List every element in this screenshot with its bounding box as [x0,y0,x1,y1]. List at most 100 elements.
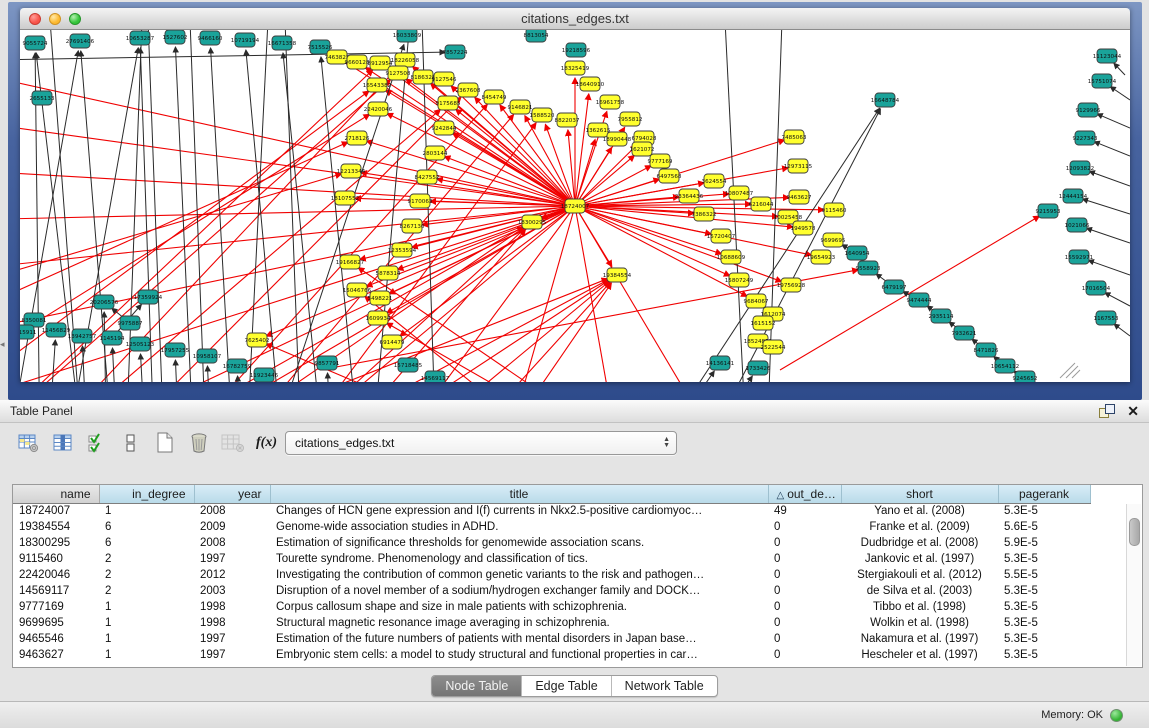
graph-node[interactable]: 9055724 [23,36,48,50]
graph-node[interactable]: 3624554 [702,174,727,188]
graph-node[interactable]: 9699695 [821,233,846,247]
graph-node[interactable]: 9660128 [345,55,370,69]
graph-node[interactable]: 15720407 [707,229,736,243]
table-row[interactable]: 1872400712008Changes of HCN gene express… [13,503,1090,519]
graph-node[interactable]: 20206576 [90,295,119,309]
graph-node[interactable]: 9215953 [1036,204,1061,218]
graph-node[interactable]: 9777169 [648,154,673,168]
graph-node[interactable]: 7485063 [782,130,807,144]
graph-node[interactable]: 9245652 [1013,371,1038,382]
graph-node[interactable]: 17016504 [1082,281,1111,295]
graph-node[interactable]: 11123044 [1093,49,1122,63]
graph-node[interactable]: 9857791 [315,356,340,370]
graph-node[interactable]: 12973115 [784,159,813,173]
table-row[interactable]: 1830029562008Estimation of significance … [13,535,1090,551]
graph-node[interactable]: 17957255 [161,343,190,357]
graph-node[interactable]: 8822037 [555,113,580,127]
graph-node[interactable]: 2718126 [345,131,370,145]
graph-node[interactable]: 11456829 [42,323,71,337]
graph-node[interactable]: 9115460 [822,203,847,217]
graph-node[interactable]: 10958107 [193,349,222,363]
network-window-titlebar[interactable]: citations_edges.txt [20,8,1130,30]
graph-node[interactable]: 10688609 [717,250,746,264]
graph-node[interactable]: 8427552 [415,170,440,184]
resize-grip[interactable] [1060,363,1080,378]
table-row[interactable]: 977716911998Corpus callosum shape and si… [13,599,1090,615]
zoom-button[interactable] [69,13,81,25]
sidebar-collapse-arrow-icon[interactable]: ◂ [0,340,5,349]
graph-node[interactable]: 9127508 [386,66,411,80]
tab-network-table[interactable]: Network Table [612,676,717,696]
graph-node[interactable]: 10653287 [126,31,155,45]
graph-node[interactable]: 14569117 [421,371,450,382]
table-settings-icon[interactable] [14,428,44,458]
graph-node[interactable]: 10719194 [231,33,260,47]
graph-node[interactable]: 6216044 [749,197,774,211]
graph-node[interactable]: 6479197 [882,280,907,294]
graph-node[interactable]: 1640954 [845,246,870,260]
column-header-title[interactable]: title [270,485,768,503]
table-row[interactable]: 946362711997Embryonic stem cells: a mode… [13,647,1090,663]
graph-node[interactable]: 9474444 [907,293,932,307]
graph-node[interactable]: 19218596 [562,43,591,57]
graph-node[interactable]: 18990448 [603,132,632,146]
graph-node[interactable]: 18325419 [561,61,590,75]
graph-node[interactable]: 13942757 [68,329,97,343]
graph-node[interactable]: 16648784 [871,93,900,107]
graph-node[interactable]: 7857224 [443,45,468,59]
graph-node[interactable]: 16543382 [363,78,391,92]
graph-node[interactable]: 6497568 [657,169,682,183]
network-canvas[interactable]: 9055724 27691406 10653287 1527602 9466160 107… [20,30,1130,382]
graph-node[interactable]: 1621072 [630,142,655,156]
graph-node[interactable]: 1167553 [1094,311,1119,325]
table-row[interactable]: 946554611997Estimation of the future num… [13,631,1090,647]
graph-node[interactable]: 2935114 [929,309,954,323]
graph-node[interactable]: 11923446 [250,368,279,382]
graph-node[interactable]: 7955812 [618,112,643,126]
graph-node[interactable]: 2367608 [456,83,481,97]
graph-node[interactable]: 15592971 [1065,250,1094,264]
delete-table-icon[interactable] [184,428,214,458]
graph-node[interactable]: 8813054 [524,30,549,42]
graph-node[interactable]: 9129966 [1076,103,1101,117]
table-row[interactable]: 1456911722003Disruption of a novel membe… [13,583,1090,599]
float-panel-icon[interactable] [1099,404,1115,418]
graph-node[interactable]: 18300295 [518,215,547,229]
graph-node[interactable]: 16033809 [393,30,422,42]
column-header-in_degree[interactable]: in_degree [99,485,194,503]
column-header-name[interactable]: name [13,485,99,503]
table-source-combobox[interactable]: citations_edges.txt ▲▼ [285,431,677,455]
graph-node[interactable]: 12093822 [1066,161,1094,175]
table-row[interactable]: 2242004622012Investigating the contribut… [13,567,1090,583]
graph-node[interactable]: 9558923 [856,261,881,275]
graph-node[interactable]: 2803144 [423,146,448,160]
graph-node[interactable]: 10654112 [991,359,1019,373]
graph-node[interactable]: 1527602 [163,30,188,44]
graph-node[interactable]: 1733426 [746,361,771,375]
graph-node[interactable]: 9463627 [787,190,812,204]
new-table-icon[interactable] [150,428,180,458]
graph-node[interactable]: 18640910 [576,77,605,91]
memory-status-icon[interactable] [1110,709,1123,722]
graph-node[interactable]: 9127546 [432,72,457,86]
column-header-short[interactable]: short [841,485,998,503]
graph-node[interactable]: 18226058 [391,53,420,67]
graph-node[interactable]: 19384554 [603,268,632,282]
graph-node[interactable]: 5498221 [368,291,393,305]
close-panel-icon[interactable]: ✕ [1127,404,1139,418]
graph-node[interactable]: 8471826 [974,343,999,357]
graph-node[interactable]: 16671358 [268,36,297,50]
minimize-button[interactable] [49,13,61,25]
graph-node[interactable]: 15807249 [725,273,754,287]
graph-node[interactable]: 9146821 [508,100,533,114]
graph-node[interactable]: 27691406 [66,34,95,48]
graph-node[interactable]: 14136141 [706,356,735,370]
row-height-icon[interactable] [116,428,146,458]
tab-node-table[interactable]: Node Table [432,676,522,696]
graph-node[interactable]: 9466160 [198,31,223,45]
graph-node[interactable]: 1588520 [530,108,555,122]
graph-node[interactable]: 10807487 [725,186,754,200]
graph-node[interactable]: 7625402 [245,333,270,347]
graph-node[interactable]: 2655133 [30,91,55,105]
graph-node[interactable]: 9684067 [744,294,769,308]
